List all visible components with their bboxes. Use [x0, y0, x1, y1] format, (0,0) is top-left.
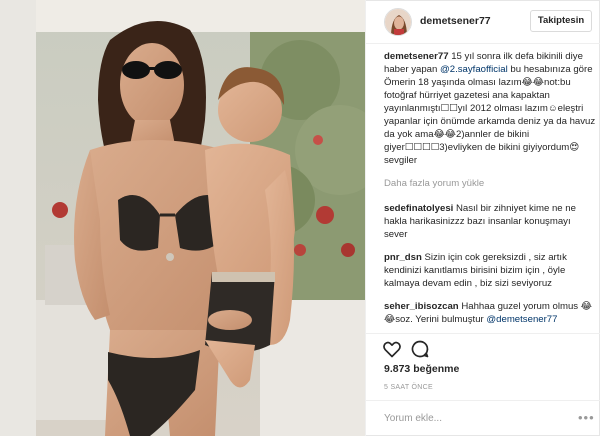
header-username[interactable]: demetsener77	[420, 15, 491, 27]
comments-list: demetsener77 15 yıl sonra ilk defa bikin…	[384, 50, 596, 326]
comment-input[interactable]: Yorum ekle...	[384, 413, 442, 424]
avatar[interactable]	[384, 8, 412, 36]
list-item: seher_ibisozcan Hahhaa guzel yorum olmus…	[384, 300, 596, 326]
caption-mention[interactable]: @2.sayfaofficial	[440, 64, 508, 75]
comment-icon[interactable]	[410, 339, 430, 359]
more-options-icon[interactable]: •••	[578, 410, 595, 425]
caption: demetsener77 15 yıl sonra ilk defa bikin…	[384, 50, 596, 167]
list-item: pnr_dsn Sizin için cok gereksizdi , siz …	[384, 251, 596, 290]
caption-text-b: bu hesabınıza göre Ömerin 18 yaşında olm…	[384, 64, 596, 166]
list-item: sedefinatolyesi Nasıl bir zihniyet kime …	[384, 202, 596, 241]
post-header: demetsener77 Takiptesin	[366, 0, 600, 44]
post-photo[interactable]	[0, 0, 365, 436]
following-button[interactable]: Takiptesin	[530, 10, 592, 32]
post-sidebar: demetsener77 Takiptesin demetsener77 15 …	[365, 0, 600, 436]
caption-username[interactable]: demetsener77	[384, 51, 449, 62]
likes-count[interactable]: 9.873 beğenme	[384, 363, 459, 375]
post-actions	[366, 333, 600, 358]
comment-username[interactable]: seher_ibisozcan	[384, 301, 459, 312]
comment-username[interactable]: pnr_dsn	[384, 252, 422, 263]
heart-icon[interactable]	[382, 339, 402, 359]
post-timestamp: 5 SAAT ÖNCE	[384, 384, 433, 391]
comment-username[interactable]: sedefinatolyesi	[384, 203, 453, 214]
add-comment-bar: Yorum ekle... •••	[366, 400, 600, 436]
comment-mention[interactable]: @demetsener77	[486, 314, 557, 325]
load-more-comments-link[interactable]: Daha fazla yorum yükle	[384, 177, 596, 190]
